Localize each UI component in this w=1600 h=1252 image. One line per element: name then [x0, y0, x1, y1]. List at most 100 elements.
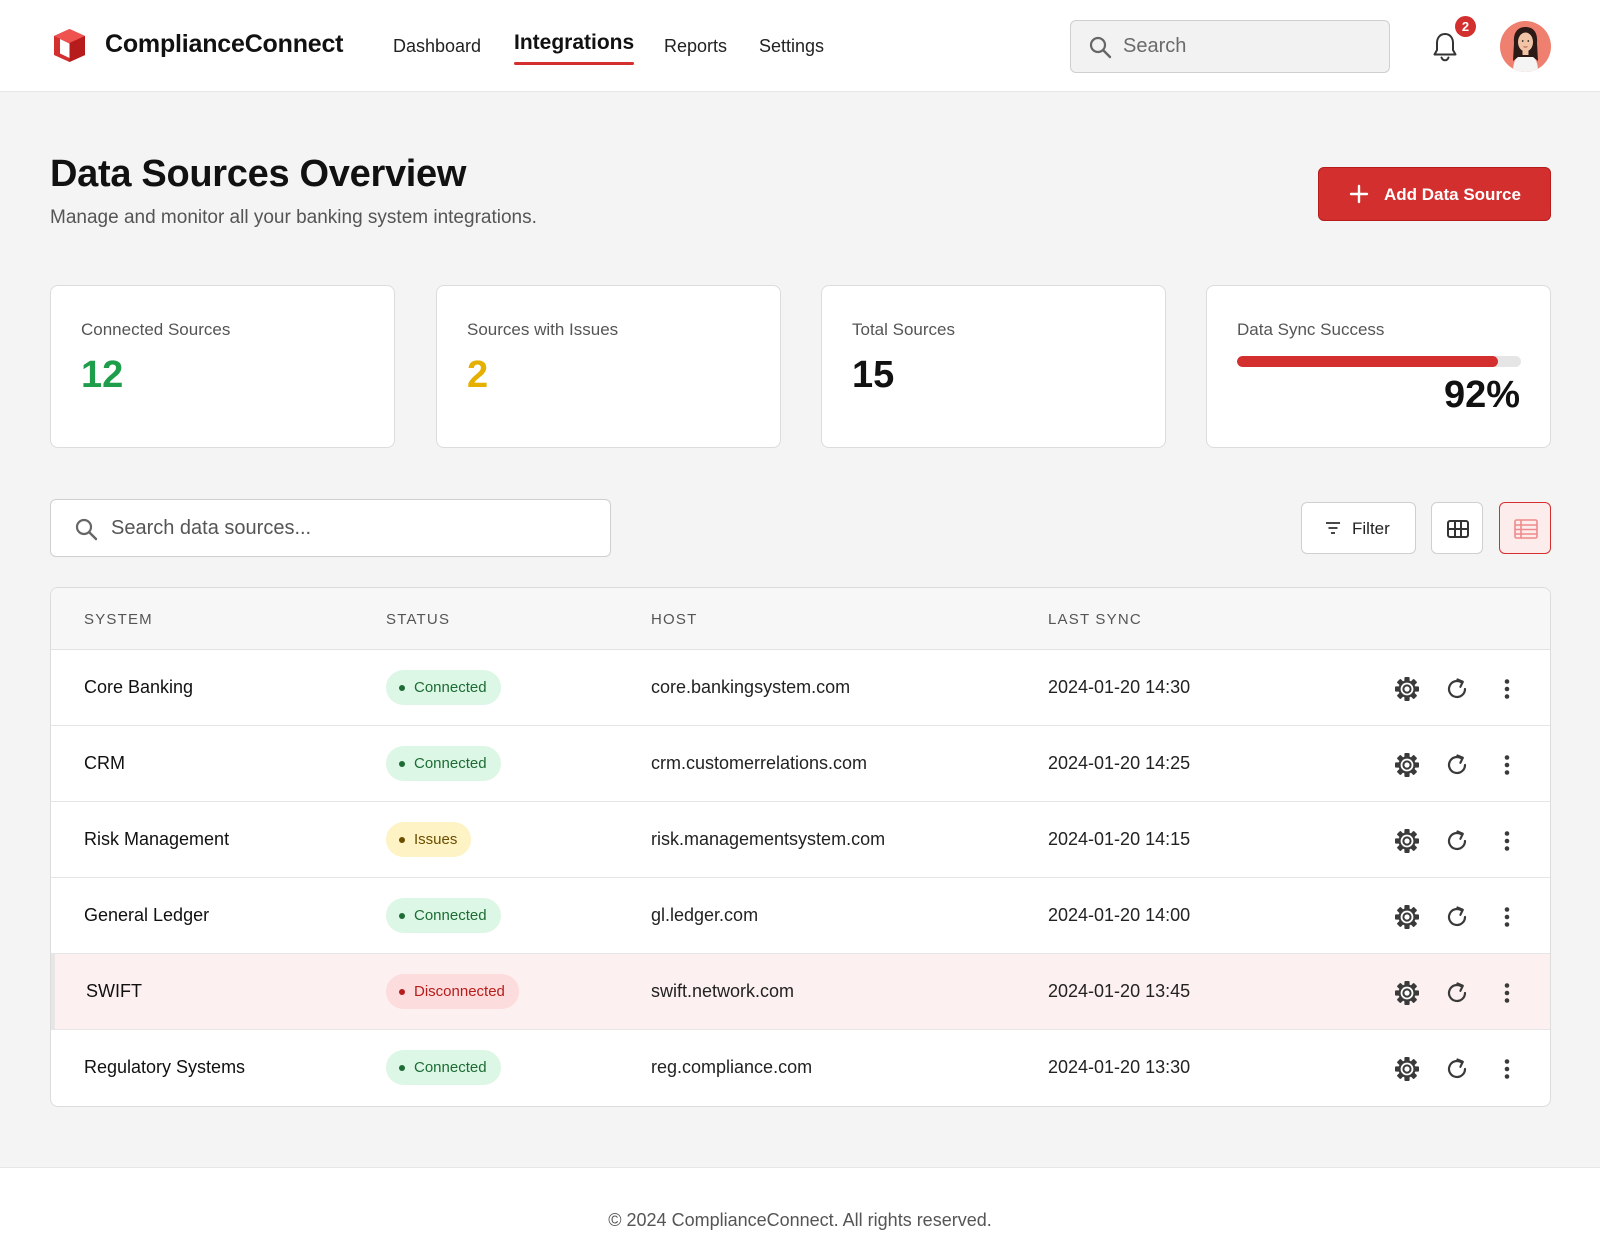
data-sources-table: SYSTEM STATUS HOST LAST SYNC Core Bankin… [50, 587, 1551, 1107]
stat-value: 2 [467, 354, 489, 396]
refresh-icon[interactable] [1442, 978, 1472, 1008]
last-sync: 2024-01-20 14:30 [1048, 677, 1191, 697]
search-icon [1089, 36, 1112, 59]
gear-icon[interactable] [1392, 750, 1422, 780]
status-badge: Connected [386, 746, 501, 781]
sync-progress-fill [1237, 356, 1499, 367]
stat-value: 15 [852, 354, 895, 396]
copyright-text: © 2024 ComplianceConnect. All rights res… [608, 1210, 992, 1230]
filter-label: Filter [1352, 519, 1390, 538]
global-search [1070, 20, 1390, 73]
stat-card-total: Total Sources 15 [821, 285, 1166, 448]
status-badge: Connected [386, 670, 501, 705]
column-header-last-sync[interactable]: LAST SYNC [1048, 611, 1142, 628]
add-data-source-label: Add Data Source [1384, 185, 1521, 204]
refresh-icon[interactable] [1442, 750, 1472, 780]
gear-icon[interactable] [1392, 826, 1422, 856]
refresh-icon[interactable] [1442, 826, 1472, 856]
filter-icon [1326, 522, 1340, 534]
last-sync: 2024-01-20 13:30 [1048, 1057, 1191, 1077]
gear-icon[interactable] [1392, 1054, 1422, 1084]
plus-icon [1349, 184, 1369, 204]
data-source-search-input[interactable] [111, 500, 601, 556]
column-header-system[interactable]: SYSTEM [84, 611, 153, 628]
page-title: Data Sources Overview [50, 153, 467, 195]
page-subtitle: Manage and monitor all your banking syst… [50, 207, 537, 228]
global-search-input[interactable] [1123, 21, 1378, 72]
top-navigation: ComplianceConnect Dashboard Integrations… [0, 0, 1600, 92]
refresh-icon[interactable] [1442, 902, 1472, 932]
host: crm.customerrelations.com [651, 753, 868, 773]
row-actions [1392, 978, 1542, 1008]
nav-reports[interactable]: Reports [664, 36, 727, 57]
brand-name[interactable]: ComplianceConnect [105, 30, 344, 59]
table-view-icon [1514, 519, 1538, 539]
table-row[interactable]: General Ledger Connected gl.ledger.com 2… [51, 878, 1550, 954]
more-vertical-icon[interactable] [1492, 902, 1522, 932]
system-name: SWIFT [86, 981, 142, 1001]
table-row[interactable]: Risk Management Issues risk.managementsy… [51, 802, 1550, 878]
column-header-status[interactable]: STATUS [386, 611, 450, 628]
more-vertical-icon[interactable] [1492, 978, 1522, 1008]
host: reg.compliance.com [651, 1057, 813, 1077]
row-actions [1392, 750, 1542, 780]
sync-percentage: 92% [1443, 374, 1520, 416]
grid-view-icon [1447, 520, 1469, 538]
bell-icon[interactable] [1430, 30, 1460, 64]
system-name: Core Banking [84, 677, 194, 697]
search-icon [75, 518, 98, 541]
table-row[interactable]: Core Banking Connected core.bankingsyste… [51, 650, 1550, 726]
stat-card-issues: Sources with Issues 2 [436, 285, 781, 448]
stat-label: Data Sync Success [1237, 320, 1385, 339]
stat-label: Total Sources [852, 320, 955, 339]
stat-label: Connected Sources [81, 320, 231, 339]
system-name: CRM [84, 753, 125, 773]
refresh-icon[interactable] [1442, 1054, 1472, 1084]
sync-progress-bar [1237, 356, 1521, 367]
gear-icon[interactable] [1392, 902, 1422, 932]
status-badge: Connected [386, 898, 501, 933]
more-vertical-icon[interactable] [1492, 826, 1522, 856]
stat-label: Sources with Issues [467, 320, 619, 339]
stat-card-connected: Connected Sources 12 [50, 285, 395, 448]
status-badge: Disconnected [386, 974, 519, 1009]
filter-button[interactable]: Filter [1301, 502, 1416, 554]
nav-integrations[interactable]: Integrations [514, 31, 635, 65]
last-sync: 2024-01-20 14:00 [1048, 905, 1191, 925]
gear-icon[interactable] [1392, 978, 1422, 1008]
system-name: Regulatory Systems [84, 1057, 246, 1077]
nav-settings[interactable]: Settings [759, 36, 824, 57]
column-header-host[interactable]: HOST [651, 611, 697, 628]
refresh-icon[interactable] [1442, 674, 1472, 704]
last-sync: 2024-01-20 13:45 [1048, 981, 1191, 1001]
host: core.bankingsystem.com [651, 677, 851, 697]
last-sync: 2024-01-20 14:15 [1048, 829, 1191, 849]
data-source-search [50, 499, 611, 557]
add-data-source-button[interactable]: Add Data Source [1318, 167, 1551, 221]
more-vertical-icon[interactable] [1492, 1054, 1522, 1084]
row-actions [1392, 674, 1542, 704]
host: risk.managementsystem.com [651, 829, 886, 849]
nav-dashboard[interactable]: Dashboard [393, 36, 481, 57]
grid-view-button[interactable] [1431, 502, 1483, 554]
more-vertical-icon[interactable] [1492, 674, 1522, 704]
logo-cube-icon [54, 29, 85, 62]
status-badge: Connected [386, 1050, 501, 1085]
stat-value: 12 [81, 354, 124, 396]
notification-badge: 2 [1455, 16, 1476, 37]
table-row[interactable]: CRM Connected crm.customerrelations.com … [51, 726, 1550, 802]
last-sync: 2024-01-20 14:25 [1048, 753, 1191, 773]
table-view-button[interactable] [1499, 502, 1551, 554]
footer: © 2024 ComplianceConnect. All rights res… [0, 1167, 1600, 1252]
more-vertical-icon[interactable] [1492, 750, 1522, 780]
table-header: SYSTEM STATUS HOST LAST SYNC [51, 588, 1550, 650]
status-badge: Issues [386, 822, 472, 857]
table-row[interactable]: Regulatory Systems Connected reg.complia… [51, 1030, 1550, 1106]
gear-icon[interactable] [1392, 674, 1422, 704]
host: gl.ledger.com [651, 905, 759, 925]
system-name: Risk Management [84, 829, 230, 849]
system-name: General Ledger [84, 905, 210, 925]
stat-card-sync: Data Sync Success 92% [1206, 285, 1551, 448]
avatar[interactable] [1500, 21, 1551, 72]
table-row[interactable]: SWIFT Disconnected swift.network.com 202… [51, 954, 1550, 1030]
